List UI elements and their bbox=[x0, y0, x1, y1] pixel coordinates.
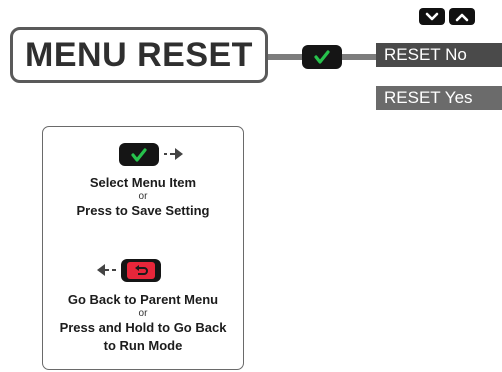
check-icon bbox=[314, 50, 330, 64]
legend-select-key bbox=[119, 143, 159, 166]
legend-back-line1: Go Back to Parent Menu bbox=[67, 292, 219, 307]
up-key[interactable] bbox=[449, 8, 475, 25]
legend-back-or: or bbox=[138, 308, 148, 319]
chevron-down-icon bbox=[425, 12, 439, 20]
check-icon bbox=[131, 147, 147, 162]
down-key[interactable] bbox=[419, 8, 445, 25]
menu-title-box: MENU RESET bbox=[10, 27, 268, 83]
key-legend: Select Menu Item or Press to Save Settin… bbox=[42, 126, 244, 370]
legend-select-line1: Select Menu Item bbox=[89, 175, 197, 190]
legend-select-or: or bbox=[138, 191, 148, 202]
chevron-up-icon bbox=[455, 13, 469, 21]
legend-select-line2: Press to Save Setting bbox=[76, 203, 210, 218]
legend-back-key bbox=[121, 259, 161, 282]
select-key[interactable] bbox=[302, 45, 342, 69]
legend-back-line3: to Run Mode bbox=[103, 338, 183, 353]
legend-back-line2: Press and Hold to Go Back bbox=[59, 320, 227, 335]
forward-arrow-icon bbox=[164, 148, 183, 160]
back-arrow-icon bbox=[97, 264, 116, 276]
menu-title: MENU RESET bbox=[25, 35, 253, 74]
return-icon bbox=[135, 264, 148, 275]
option-label: RESET No bbox=[384, 45, 467, 64]
option-reset-yes[interactable]: RESET Yes bbox=[376, 86, 502, 110]
option-label: RESET Yes bbox=[384, 88, 473, 107]
option-reset-no[interactable]: RESET No bbox=[376, 43, 502, 67]
